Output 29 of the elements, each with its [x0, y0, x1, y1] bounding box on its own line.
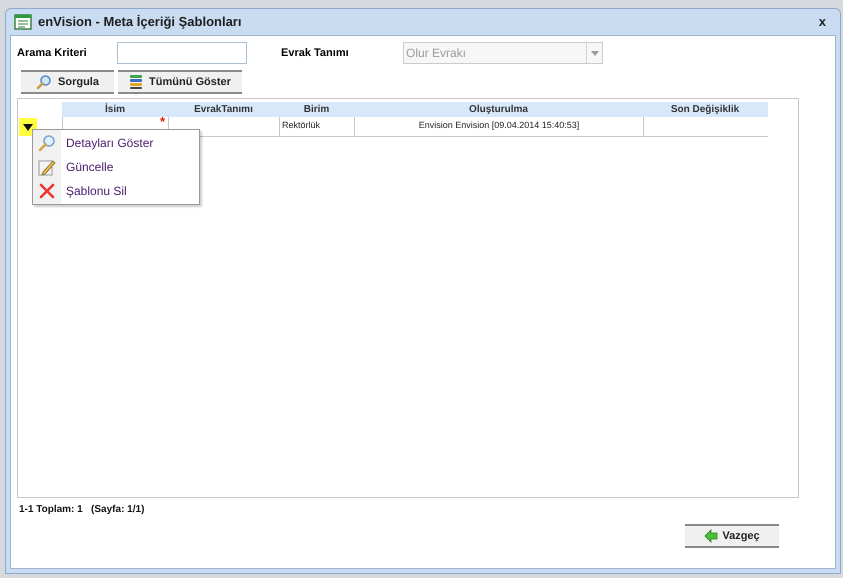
menu-item[interactable]: Güncelle [33, 155, 199, 179]
criteria-field[interactable] [117, 42, 247, 64]
cell-text: Rektörlük [282, 120, 320, 130]
search-button[interactable]: Sorgula [21, 70, 114, 94]
back-arrow-icon [704, 529, 718, 543]
window-icon [14, 14, 32, 30]
search-icon [36, 74, 52, 90]
window-title: enVision - Meta İçeriği Şablonları [38, 13, 242, 32]
column-header[interactable]: Oluşturulma [354, 102, 643, 117]
cell-text: Envision Envision [09.04.2014 15:40:53] [418, 120, 580, 130]
close-button[interactable]: x [818, 12, 826, 32]
pencil-icon [38, 158, 56, 176]
required-mark: * [160, 115, 165, 128]
delete-icon [39, 183, 55, 199]
document-type-label: Evrak Tanımı [281, 46, 350, 61]
column-header[interactable]: Birim [279, 102, 354, 117]
menu-item[interactable]: Detayları Göster [33, 131, 199, 155]
menu-item[interactable]: Şablonu Sil [33, 179, 199, 203]
stack-icon [129, 74, 144, 90]
caret-icon [590, 50, 598, 56]
column-header[interactable]: İsim [62, 102, 168, 117]
column-header[interactable]: EvrakTanımı [168, 102, 279, 117]
cancel-button[interactable]: Vazgeç [685, 524, 779, 548]
show-all-button[interactable]: Tümünü Göster [118, 70, 242, 94]
caret-icon [23, 124, 33, 130]
column-header[interactable]: Son Değişiklik [643, 102, 767, 117]
status-text: 1-1 Toplam: 1 (Sayfa: 1/1) [19, 503, 146, 517]
magnifier-icon [38, 134, 56, 152]
criteria-label: Arama Kriteri [17, 46, 88, 61]
